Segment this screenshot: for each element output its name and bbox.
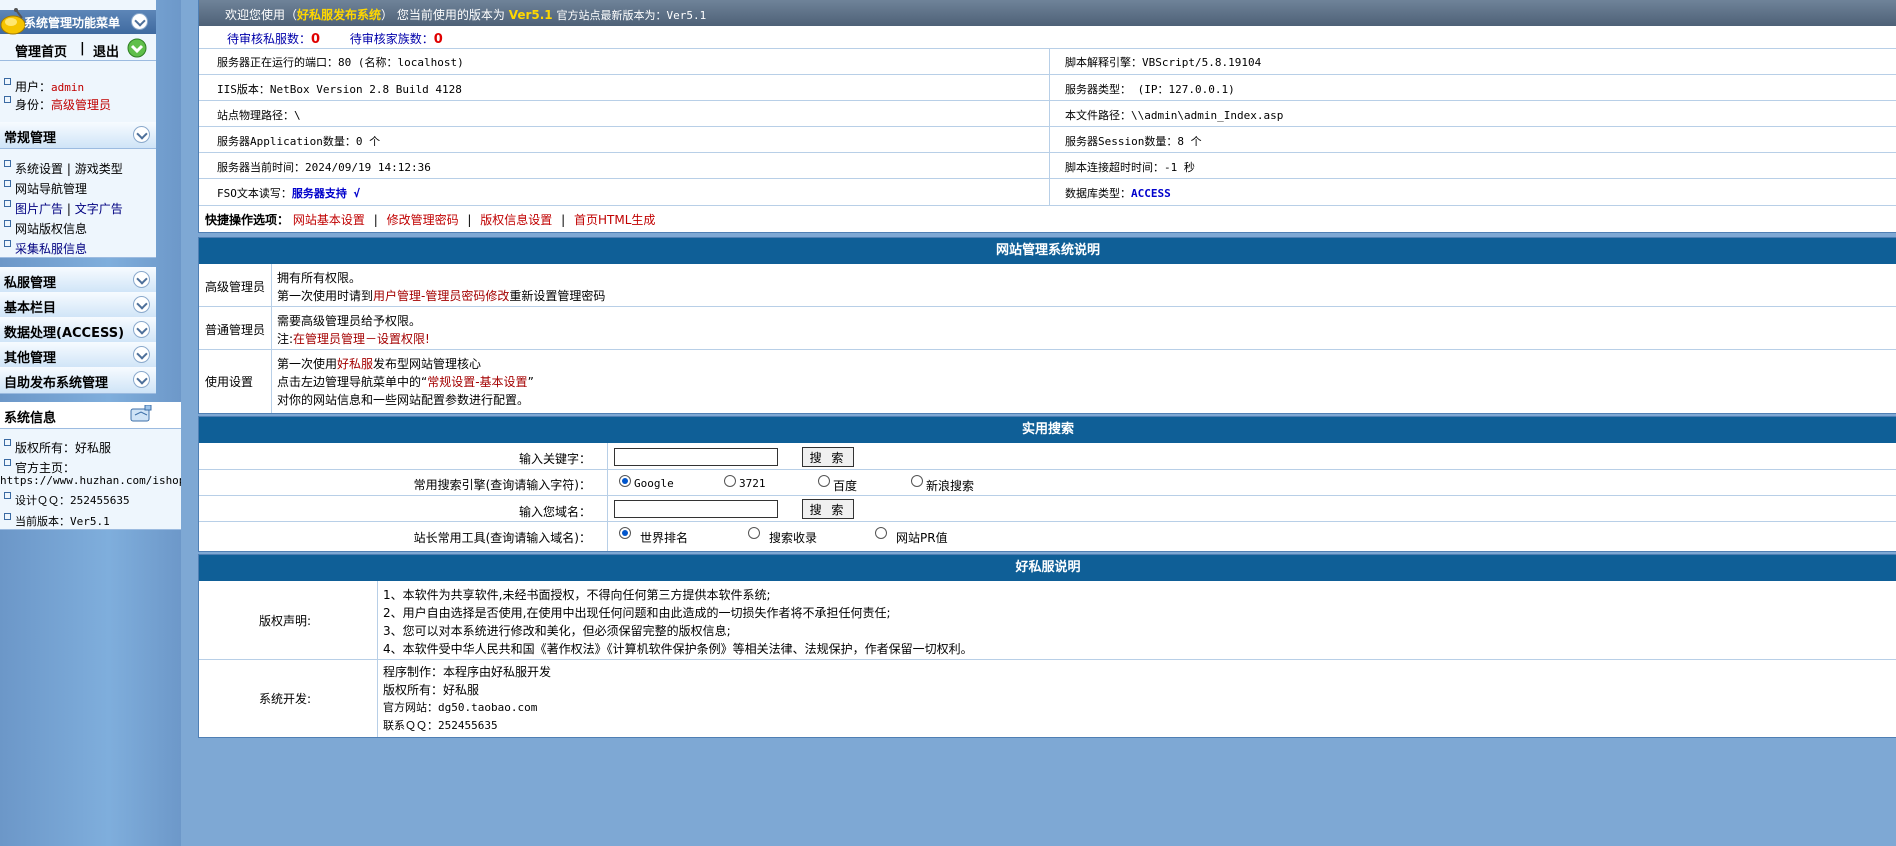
iis-version: IIS版本：NetBox Version 2.8 Build 4128 — [217, 83, 462, 96]
section-auto[interactable]: 自助发布系统管理 — [0, 367, 156, 394]
radio-google[interactable] — [619, 475, 631, 487]
radio-world-rank[interactable] — [619, 527, 631, 539]
section-general[interactable]: 常规管理 — [0, 122, 156, 149]
sysinfo-owner: 版权所有：好私服 — [15, 441, 112, 455]
sysinfo-home-url[interactable]: https://www.huzhan.com/ishop18( — [0, 474, 181, 487]
pending-counts: 待审核私服数：0 待审核家族数：0 — [227, 30, 443, 47]
sysinfo-version: 当前版本：Ver5.1 — [15, 515, 110, 528]
role-super-admin: 高级管理员 — [205, 280, 266, 294]
username: admin — [51, 81, 85, 94]
computer-icon — [129, 404, 153, 425]
section-private[interactable]: 私服管理 — [0, 267, 156, 294]
chevron-down-icon[interactable] — [133, 346, 150, 363]
quick-actions: 快捷操作选项： 网站基本设置 | 修改管理密码 | 版权信息设置 | 首页HTM… — [205, 213, 656, 227]
chevron-down-icon[interactable] — [133, 271, 150, 288]
about-title: 好私服说明 — [199, 555, 1896, 581]
collapse-chevron-icon[interactable] — [131, 13, 148, 30]
role-info: 身份：高级管理员 — [4, 96, 111, 113]
session-count: 服务器Session数量：8 个 — [1065, 135, 1202, 148]
pending-family-link[interactable]: 待审核家族数： — [350, 32, 434, 46]
link-password-change[interactable]: 用户管理-管理员密码修改 — [373, 289, 509, 303]
domain-input[interactable] — [614, 500, 778, 518]
chevron-down-icon[interactable] — [133, 371, 150, 388]
chevron-down-icon[interactable] — [133, 321, 150, 338]
radio-pagerank[interactable] — [875, 527, 887, 539]
latest-version: 官方站点最新版本为：Ver5.1 — [556, 9, 707, 22]
search-title: 实用搜索 — [199, 417, 1896, 443]
menu-copyright[interactable]: 网站版权信息 — [15, 222, 87, 236]
exit-arrow-icon[interactable] — [126, 38, 148, 58]
quick-link-change-password[interactable]: 修改管理密码 — [387, 213, 459, 227]
system-description-panel: 网站管理系统说明 高级管理员 拥有所有权限。 第一次使用时请到用户管理-管理员密… — [198, 237, 1896, 414]
file-path: 本文件路径：\\admin\admin_Index.asp — [1065, 109, 1284, 122]
section-basic[interactable]: 基本栏目 — [0, 292, 156, 319]
application-count: 服务器Application数量：0 个 — [217, 135, 381, 148]
db-type: ACCESS — [1131, 187, 1171, 200]
keyword-input[interactable] — [614, 448, 778, 466]
radio-sina[interactable] — [911, 475, 923, 487]
menu-text-ad[interactable]: 文字广告 — [75, 202, 123, 216]
menu-game-type[interactable]: 游戏类型 — [75, 162, 123, 176]
server-time: 服务器当前时间：2024/09/19 14:12:36 — [217, 161, 431, 174]
official-site[interactable]: 官方网站：dg50.taobao.com — [383, 699, 537, 715]
welcome-bar: 欢迎您使用（好私服发布系统） 您当前使用的版本为 Ver5.1 官方站点最新版本… — [199, 0, 1896, 26]
domain-label: 输入您域名： — [518, 505, 591, 519]
fso-status: 服务器支持 √ — [291, 187, 361, 200]
sysinfo-panel: 版权所有：好私服 官方主页： https://www.huzhan.com/is… — [0, 429, 181, 530]
menu-collect-private[interactable]: 采集私服信息 — [15, 242, 87, 256]
radio-index-count[interactable] — [748, 527, 760, 539]
system-name: 好私服发布系统 — [297, 8, 382, 22]
tools-label: 站长常用工具(查询请输入域名)： — [413, 531, 591, 545]
pending-private-link[interactable]: 待审核私服数： — [227, 32, 311, 46]
role-value: 高级管理员 — [51, 98, 112, 112]
link-set-permissions[interactable]: 在管理员管理－设置权限! — [293, 332, 430, 346]
script-engine: 脚本解释引擎：VBScript/5.8.19104 — [1065, 56, 1262, 69]
current-version: Ver5.1 — [508, 8, 553, 22]
link-basic-settings[interactable]: 常规设置-基本设置 — [427, 375, 527, 389]
sidebar-title: 系统管理功能菜单 — [24, 16, 121, 30]
menu-separator: | — [80, 41, 85, 56]
copyright-label: 版权声明: — [259, 614, 312, 628]
section-other[interactable]: 其他管理 — [0, 342, 156, 369]
dev-label: 系统开发: — [259, 692, 312, 706]
logout-link[interactable]: 退出 — [93, 41, 119, 60]
usage-settings: 使用设置 — [205, 375, 254, 389]
admin-home-link[interactable]: 管理首页 — [15, 41, 67, 60]
physical-path: 站点物理路径：\ — [217, 109, 301, 122]
script-timeout: 脚本连接超时时间：-1 秒 — [1065, 161, 1195, 174]
server-port: 服务器正在运行的端口：80 (名称：localhost) — [217, 56, 464, 69]
quick-link-copyright[interactable]: 版权信息设置 — [480, 213, 552, 227]
quick-link-generate-html[interactable]: 首页HTML生成 — [574, 213, 655, 227]
sysinfo-qq: 设计ＱＱ：252455635 — [15, 494, 130, 507]
radio-3721[interactable] — [724, 475, 736, 487]
server-type: 服务器类型： (IP：127.0.0.1) — [1065, 83, 1235, 96]
sysinfo-home-label: 官方主页： — [15, 461, 76, 475]
domain-search-button[interactable]: 搜 索 — [802, 499, 854, 519]
quick-link-site-settings[interactable]: 网站基本设置 — [293, 213, 365, 227]
pending-private-count: 0 — [311, 32, 321, 47]
sidebar: 系统管理功能菜单 管理首页 | 退出 用户：admin 身份：高级管理员 常规管… — [0, 0, 181, 846]
sysinfo-header: 系统信息 — [0, 402, 181, 429]
radio-baidu[interactable] — [818, 475, 830, 487]
keyword-search-button[interactable]: 搜 索 — [802, 447, 854, 467]
role-normal-admin: 普通管理员 — [205, 323, 266, 337]
pending-family-count: 0 — [433, 32, 443, 47]
server-info-panel: 欢迎您使用（好私服发布系统） 您当前使用的版本为 Ver5.1 官方站点最新版本… — [198, 0, 1896, 233]
menu-image-ad[interactable]: 图片广告 — [15, 202, 63, 216]
menu-site-nav[interactable]: 网站导航管理 — [15, 182, 87, 196]
section-data[interactable]: 数据处理(ACCESS) — [0, 317, 156, 344]
general-menu: 系统设置 | 游戏类型 网站导航管理 图片广告 | 文字广告 网站版权信息 采集… — [0, 149, 156, 258]
user-info: 用户：admin — [4, 78, 84, 95]
menu-system-settings[interactable]: 系统设置 — [15, 162, 63, 176]
search-panel: 实用搜索 输入关键字： 搜 索 常用搜索引擎(查询请输入字符)： Google … — [198, 416, 1896, 552]
description-title: 网站管理系统说明 — [199, 238, 1896, 264]
keyword-label: 输入关键字： — [518, 452, 591, 466]
chevron-down-icon[interactable] — [133, 296, 150, 313]
chevron-down-icon[interactable] — [133, 126, 150, 143]
engine-label: 常用搜索引擎(查询请输入字符)： — [413, 478, 591, 492]
about-panel: 好私服说明 版权声明: 1、本软件为共享软件,未经书面授权，不得向任何第三方提供… — [198, 554, 1896, 738]
